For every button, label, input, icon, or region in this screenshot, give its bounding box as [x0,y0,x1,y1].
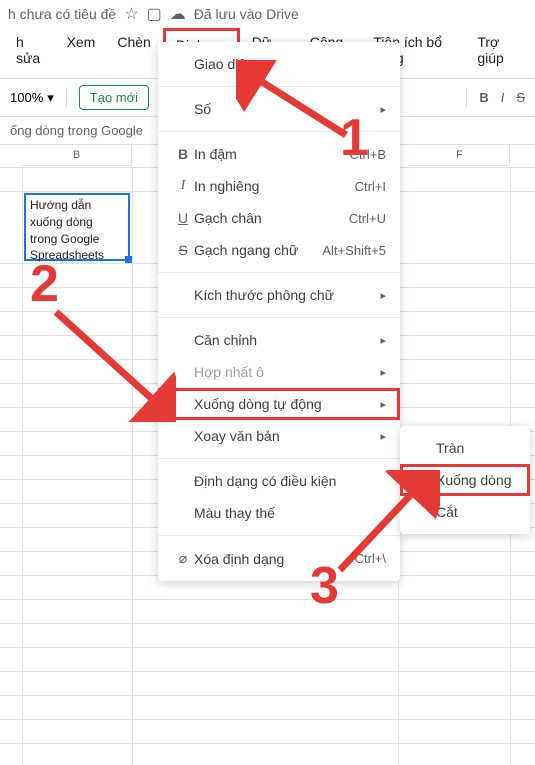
chevron-right-icon: ▸ [380,398,386,411]
zoom-value: 100% [10,90,43,105]
cell-line3: trong Google [30,231,124,248]
menu-fontsize[interactable]: Kích thước phông chữ ▸ [158,279,400,311]
selected-cell[interactable]: Hướng dẫn xuống dòng trong Google Spread… [24,193,130,261]
strike-icon: S [172,242,194,258]
divider [466,88,467,108]
menu-align-label: Căn chỉnh [194,332,380,348]
strike-icon[interactable]: S [516,90,525,105]
underline-icon: U [172,210,194,226]
clear-format-icon: ⌀ [172,550,194,567]
arrow-3 [330,470,440,580]
menu-merge: Hợp nhất ô ▸ [158,356,400,388]
menu-strike[interactable]: S Gạch ngang chữ Alt+Shift+5 [158,234,400,266]
menu-strike-label: Gạch ngang chữ [194,242,322,258]
menu-view[interactable]: Xem [57,28,106,78]
divider [158,317,400,318]
bold-icon: B [172,146,194,162]
move-icon[interactable]: ▢ [147,4,162,24]
divider [158,272,400,273]
menu-merge-label: Hợp nhất ô [194,364,380,380]
save-status: Đã lưu vào Drive [194,6,299,22]
chevron-right-icon: ▸ [380,430,386,443]
col-header-B[interactable]: B [22,145,132,166]
bold-icon[interactable]: B [479,90,488,105]
divider [66,88,67,108]
menu-rotate[interactable]: Xoay văn bản ▸ [158,420,400,452]
cloud-icon: ☁ [170,4,186,24]
menu-align[interactable]: Căn chỉnh ▸ [158,324,400,356]
divider [158,458,400,459]
chevron-right-icon: ▸ [380,366,386,379]
menu-help[interactable]: Trợ giúp [467,28,529,78]
italic-icon: I [172,178,194,194]
cell-line1: Hướng dẫn [30,197,124,214]
fill-handle[interactable] [125,256,132,263]
italic-icon[interactable]: I [501,90,505,105]
submenu-wrap-label: Xuống dòng [436,472,512,488]
col-header-F[interactable]: F [410,145,510,166]
create-new-button[interactable]: Tạo mới [79,85,149,110]
chevron-right-icon: ▸ [380,289,386,302]
menu-wrap-label: Xuống dòng tự động [194,396,380,412]
chevron-down-icon: ▾ [47,90,54,106]
menu-italic-label: In nghiêng [194,178,355,194]
zoom-control[interactable]: 100% ▾ [10,90,54,106]
doc-title: h chưa có tiêu đề [8,6,116,22]
submenu-overflow[interactable]: Tràn [400,432,530,464]
menu-italic[interactable]: I In nghiêng Ctrl+I [158,170,400,202]
annotation-1: 1 [340,108,369,168]
chevron-right-icon: ▸ [380,334,386,347]
shortcut: Ctrl+I [355,179,386,194]
annotation-2: 2 [30,254,59,314]
shortcut: Alt+Shift+5 [322,243,386,258]
menu-edit[interactable]: h sửa [6,28,55,78]
cell-line2: xuống dòng [30,214,124,231]
submenu-overflow-label: Tràn [436,440,464,456]
menu-insert[interactable]: Chèn [107,28,160,78]
menu-wrap[interactable]: Xuống dòng tự động ▸ [158,388,400,420]
menu-underline-label: Gạch chân [194,210,349,226]
menu-fontsize-label: Kích thước phông chữ [194,287,380,303]
annotation-3: 3 [310,556,339,616]
menu-underline[interactable]: U Gạch chân Ctrl+U [158,202,400,234]
menu-rotate-label: Xoay văn bản [194,428,380,444]
arrow-2 [46,302,176,422]
shortcut: Ctrl+U [349,211,386,226]
star-icon[interactable]: ☆ [124,4,138,24]
chevron-right-icon: ▸ [380,103,386,116]
